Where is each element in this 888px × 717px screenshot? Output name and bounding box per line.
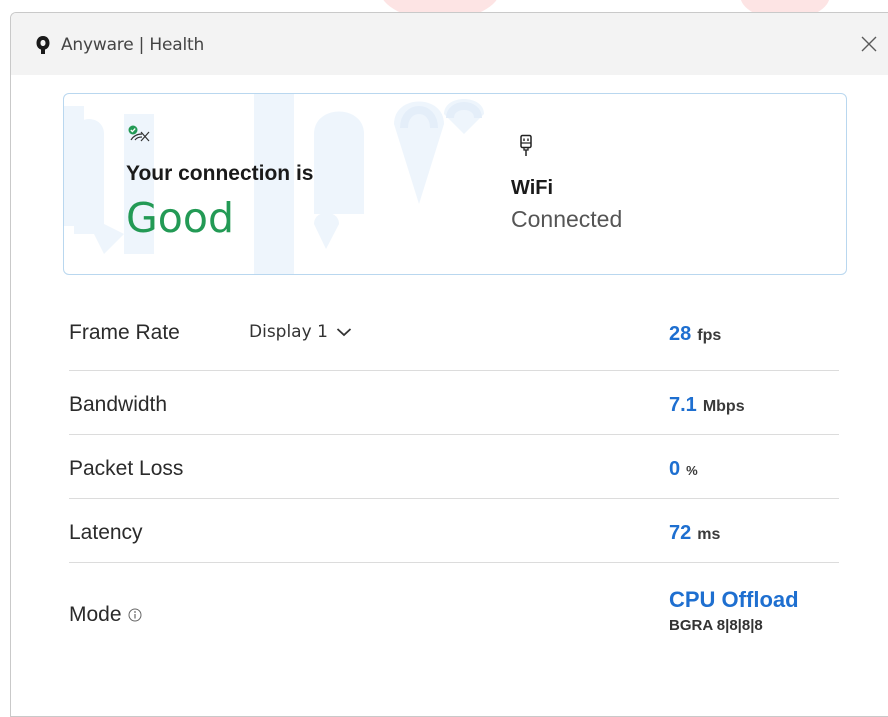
frame-rate-unit: fps — [697, 327, 722, 344]
bandwidth-number: 7.1 — [669, 394, 697, 416]
latency-label: Latency — [69, 521, 143, 544]
mode-primary: CPU Offload — [669, 587, 799, 612]
connection-status-icon — [128, 125, 150, 142]
packet-loss-value: 0% — [669, 458, 698, 481]
network-state: Connected — [511, 206, 623, 232]
connection-status-card: Your connection is Good WiFi Connected — [63, 93, 847, 275]
chevron-down-icon — [336, 328, 352, 337]
frame-rate-label: Frame Rate — [69, 321, 180, 344]
packet-loss-number: 0 — [669, 458, 681, 480]
connection-quality: Good — [126, 194, 234, 242]
metric-row-bandwidth: Bandwidth 7.1 Mbps — [69, 371, 839, 435]
metric-row-frame-rate: Frame Rate Display 1 28 fps — [69, 319, 839, 371]
metric-row-mode: Mode CPU Offload BGRA 8|8|8|8 — [69, 563, 839, 653]
frame-rate-number: 28 — [669, 323, 692, 345]
ethernet-plug-icon — [520, 134, 532, 156]
display-selector[interactable]: Display 1 — [249, 322, 352, 342]
display-selector-label: Display 1 — [249, 322, 328, 342]
health-window: Anyware | Health Your connection is Good… — [10, 12, 888, 717]
bandwidth-value: 7.1 Mbps — [669, 394, 745, 417]
latency-value: 72 ms — [669, 522, 720, 545]
metric-row-packet-loss: Packet Loss 0% — [69, 435, 839, 499]
connection-heading: Your connection is — [126, 162, 314, 185]
frame-rate-value: 28 fps — [669, 323, 721, 346]
title-bar: Anyware | Health — [11, 13, 888, 75]
bandwidth-unit: Mbps — [702, 398, 745, 415]
mode-secondary: BGRA 8|8|8|8 — [669, 617, 763, 634]
latency-number: 72 — [669, 522, 692, 544]
bandwidth-label: Bandwidth — [69, 393, 168, 416]
metric-row-latency: Latency 72 ms — [69, 499, 839, 563]
packet-loss-label: Packet Loss — [69, 457, 184, 480]
latency-unit: ms — [697, 526, 721, 543]
window-title: Anyware | Health — [61, 35, 205, 55]
close-icon[interactable] — [856, 31, 882, 57]
mode-label-wrap: Mode — [69, 603, 142, 627]
anyware-logo-icon — [36, 36, 50, 54]
packet-loss-unit: % — [686, 463, 698, 478]
info-icon[interactable] — [128, 608, 142, 622]
network-type: WiFi — [511, 177, 554, 199]
mode-label: Mode — [69, 603, 122, 626]
